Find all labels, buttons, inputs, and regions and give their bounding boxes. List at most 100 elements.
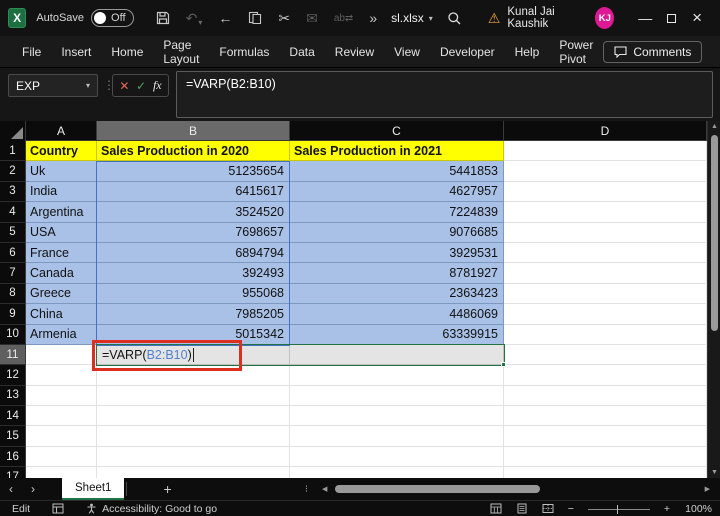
cell-A4[interactable]: Argentina (26, 202, 97, 222)
warning-icon[interactable]: ⚠ (488, 10, 501, 27)
cell-D1[interactable] (504, 141, 707, 161)
row-header-12[interactable]: 12 (0, 365, 26, 385)
row-header-10[interactable]: 10 (0, 325, 26, 345)
user-avatar[interactable]: KJ (595, 7, 614, 29)
cell-C12[interactable] (290, 365, 504, 385)
cell-A6[interactable]: France (26, 243, 97, 263)
scroll-up-icon[interactable]: ▲ (708, 123, 720, 130)
normal-view-icon[interactable] (490, 503, 502, 514)
cell-A1[interactable]: Country (26, 141, 97, 161)
column-header-b[interactable]: B (97, 121, 290, 141)
document-title[interactable]: sl.xlsx ▾ (391, 11, 433, 25)
cell-D9[interactable] (504, 304, 707, 324)
cell-D4[interactable] (504, 202, 707, 222)
ribbon-tab-home[interactable]: Home (101, 36, 153, 67)
scroll-down-icon[interactable]: ▼ (708, 469, 720, 476)
cell-C17[interactable] (290, 467, 504, 478)
ribbon-tab-power-pivot[interactable]: Power Pivot (549, 36, 603, 67)
cell-B12[interactable] (97, 365, 290, 385)
cell-B5[interactable]: 7698657 (97, 223, 290, 243)
scroll-left-icon[interactable]: ◀ (318, 485, 331, 493)
undo-icon[interactable]: ↶▾ (186, 10, 203, 27)
ribbon-tab-help[interactable]: Help (505, 36, 550, 67)
row-header-2[interactable]: 2 (0, 161, 26, 181)
cell-B14[interactable] (97, 406, 290, 426)
comments-button[interactable]: Comments (603, 41, 702, 63)
cell-D11[interactable] (504, 345, 707, 365)
horizontal-scroll-thumb[interactable] (335, 485, 540, 493)
cell-D16[interactable] (504, 447, 707, 467)
ribbon-tab-file[interactable]: File (12, 36, 51, 67)
cell-A14[interactable] (26, 406, 97, 426)
zoom-out-button[interactable]: − (568, 503, 574, 515)
cell-B13[interactable] (97, 386, 290, 406)
cell-D10[interactable] (504, 325, 707, 345)
cell-A7[interactable]: Canada (26, 263, 97, 283)
cell-A8[interactable]: Greece (26, 284, 97, 304)
cell-C5[interactable]: 9076685 (290, 223, 504, 243)
cell-D3[interactable] (504, 182, 707, 202)
cell-A5[interactable]: USA (26, 223, 97, 243)
cell-D12[interactable] (504, 365, 707, 385)
accessibility-status[interactable]: Accessibility: Good to go (102, 503, 217, 515)
row-header-15[interactable]: 15 (0, 426, 26, 446)
row-header-5[interactable]: 5 (0, 223, 26, 243)
ribbon-tab-formulas[interactable]: Formulas (209, 36, 279, 67)
cell-A15[interactable] (26, 426, 97, 446)
search-icon[interactable] (447, 11, 462, 26)
accessibility-icon[interactable] (86, 503, 97, 514)
cell-A13[interactable] (26, 386, 97, 406)
cell-C11[interactable] (290, 345, 504, 365)
cancel-entry-icon[interactable]: ✕ (119, 79, 129, 93)
minimize-button[interactable]: — (632, 3, 658, 33)
close-button[interactable]: × (684, 3, 710, 33)
row-header-9[interactable]: 9 (0, 304, 26, 324)
cell-D15[interactable] (504, 426, 707, 446)
zoom-in-button[interactable]: + (664, 503, 670, 515)
name-box[interactable]: EXP ▾ (8, 74, 98, 97)
row-header-7[interactable]: 7 (0, 263, 26, 283)
sheet-nav-left-icon[interactable]: ‹ (0, 482, 22, 496)
row-header-11[interactable]: 11 (0, 345, 26, 365)
row-header-6[interactable]: 6 (0, 243, 26, 263)
formula-input[interactable]: =VARP(B2:B10) (176, 71, 713, 118)
cell-C13[interactable] (290, 386, 504, 406)
user-name[interactable]: Kunal Jai Kaushik (507, 6, 586, 30)
zoom-slider[interactable] (588, 504, 650, 514)
add-sheet-button[interactable]: + (155, 481, 179, 497)
confirm-entry-icon[interactable]: ✓ (136, 79, 146, 93)
cell-A17[interactable] (26, 467, 97, 478)
row-header-8[interactable]: 8 (0, 284, 26, 304)
cell-C4[interactable]: 7224839 (290, 202, 504, 222)
zoom-percentage[interactable]: 100% (684, 503, 712, 515)
scrollbar-splitter-icon[interactable]: ⁝ (305, 484, 308, 495)
scroll-right-icon[interactable]: ▶ (701, 485, 714, 493)
cell-C7[interactable]: 8781927 (290, 263, 504, 283)
column-header-a[interactable]: A (26, 121, 97, 141)
cell-B11[interactable]: =VARP(B2:B10) (97, 345, 290, 365)
cell-B16[interactable] (97, 447, 290, 467)
cell-C6[interactable]: 3929531 (290, 243, 504, 263)
column-header-d[interactable]: D (504, 121, 707, 141)
cell-D2[interactable] (504, 161, 707, 181)
ribbon-tab-insert[interactable]: Insert (51, 36, 101, 67)
cell-B17[interactable] (97, 467, 290, 478)
cell-C3[interactable]: 4627957 (290, 182, 504, 202)
ribbon-tab-review[interactable]: Review (325, 36, 384, 67)
sheet-nav-right-icon[interactable]: › (22, 482, 44, 496)
cell-C16[interactable] (290, 447, 504, 467)
cell-B7[interactable]: 392493 (97, 263, 290, 283)
excel-app-icon[interactable]: X (8, 8, 26, 28)
cell-B1[interactable]: Sales Production in 2020 (97, 141, 290, 161)
cell-C10[interactable]: 63339915 (290, 325, 504, 345)
select-all-corner[interactable] (0, 121, 26, 141)
save-icon[interactable] (156, 11, 170, 25)
copy-icon[interactable] (248, 11, 262, 25)
ribbon-tab-page-layout[interactable]: Page Layout (153, 36, 209, 67)
cell-C8[interactable]: 2363423 (290, 284, 504, 304)
cell-C2[interactable]: 5441853 (290, 161, 504, 181)
cell-B6[interactable]: 6894794 (97, 243, 290, 263)
cell-A11[interactable] (26, 345, 97, 365)
row-header-16[interactable]: 16 (0, 447, 26, 467)
cell-A3[interactable]: India (26, 182, 97, 202)
